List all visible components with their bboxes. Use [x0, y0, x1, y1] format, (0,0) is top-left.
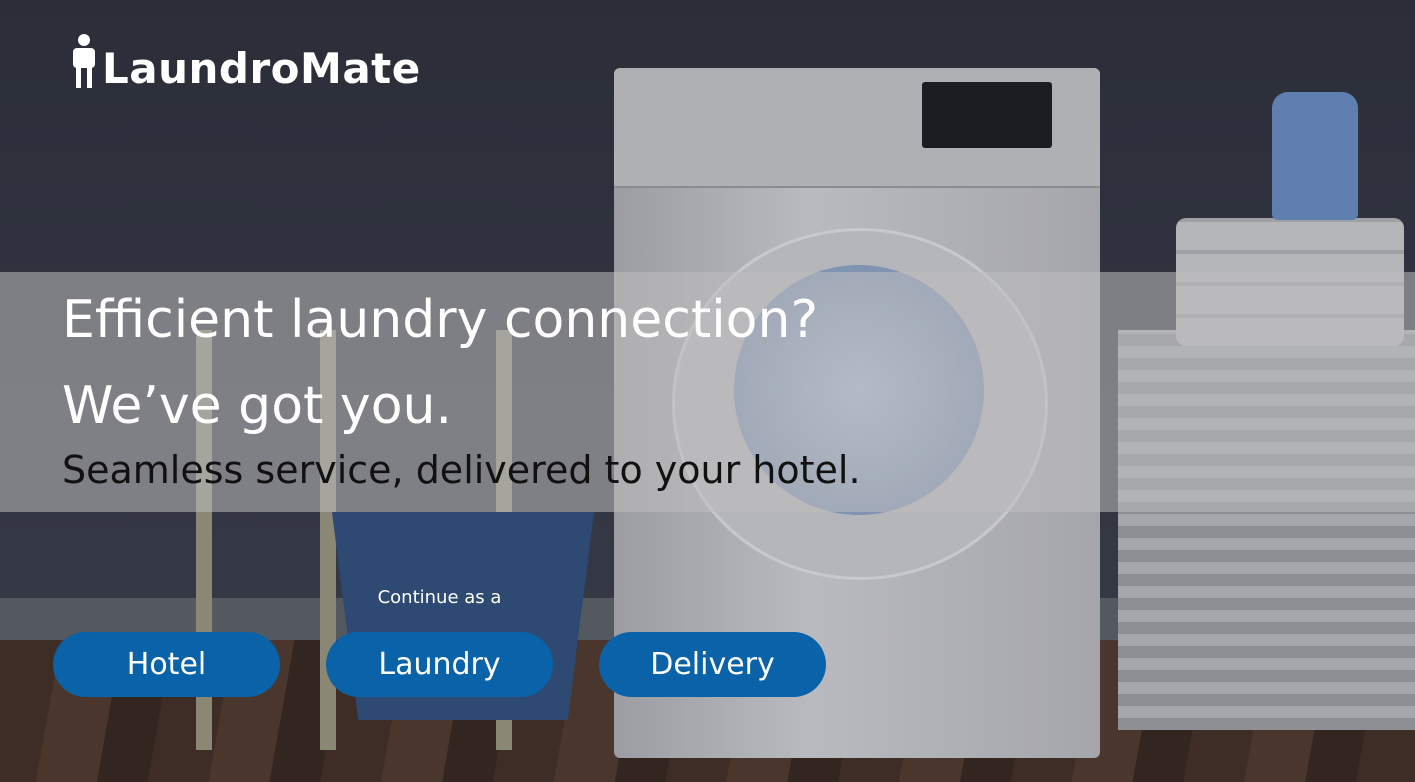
logo[interactable]: LaundroMate — [70, 30, 421, 93]
laundry-button[interactable]: Laundry — [326, 632, 553, 697]
brand-name: LaundroMate — [102, 44, 421, 93]
person-carrying-box-icon — [70, 33, 98, 90]
headline-line-1: Efficient laundry connection? — [62, 290, 819, 350]
detergent-bottle — [1272, 92, 1358, 220]
delivery-button[interactable]: Delivery — [599, 632, 826, 697]
subtitle: Seamless service, delivered to your hote… — [62, 448, 861, 492]
continue-prompt: Continue as a — [377, 587, 502, 608]
hotel-button[interactable]: Hotel — [53, 632, 280, 697]
washer-display — [922, 82, 1052, 148]
headline-line-2: We’ve got you. — [62, 376, 452, 436]
